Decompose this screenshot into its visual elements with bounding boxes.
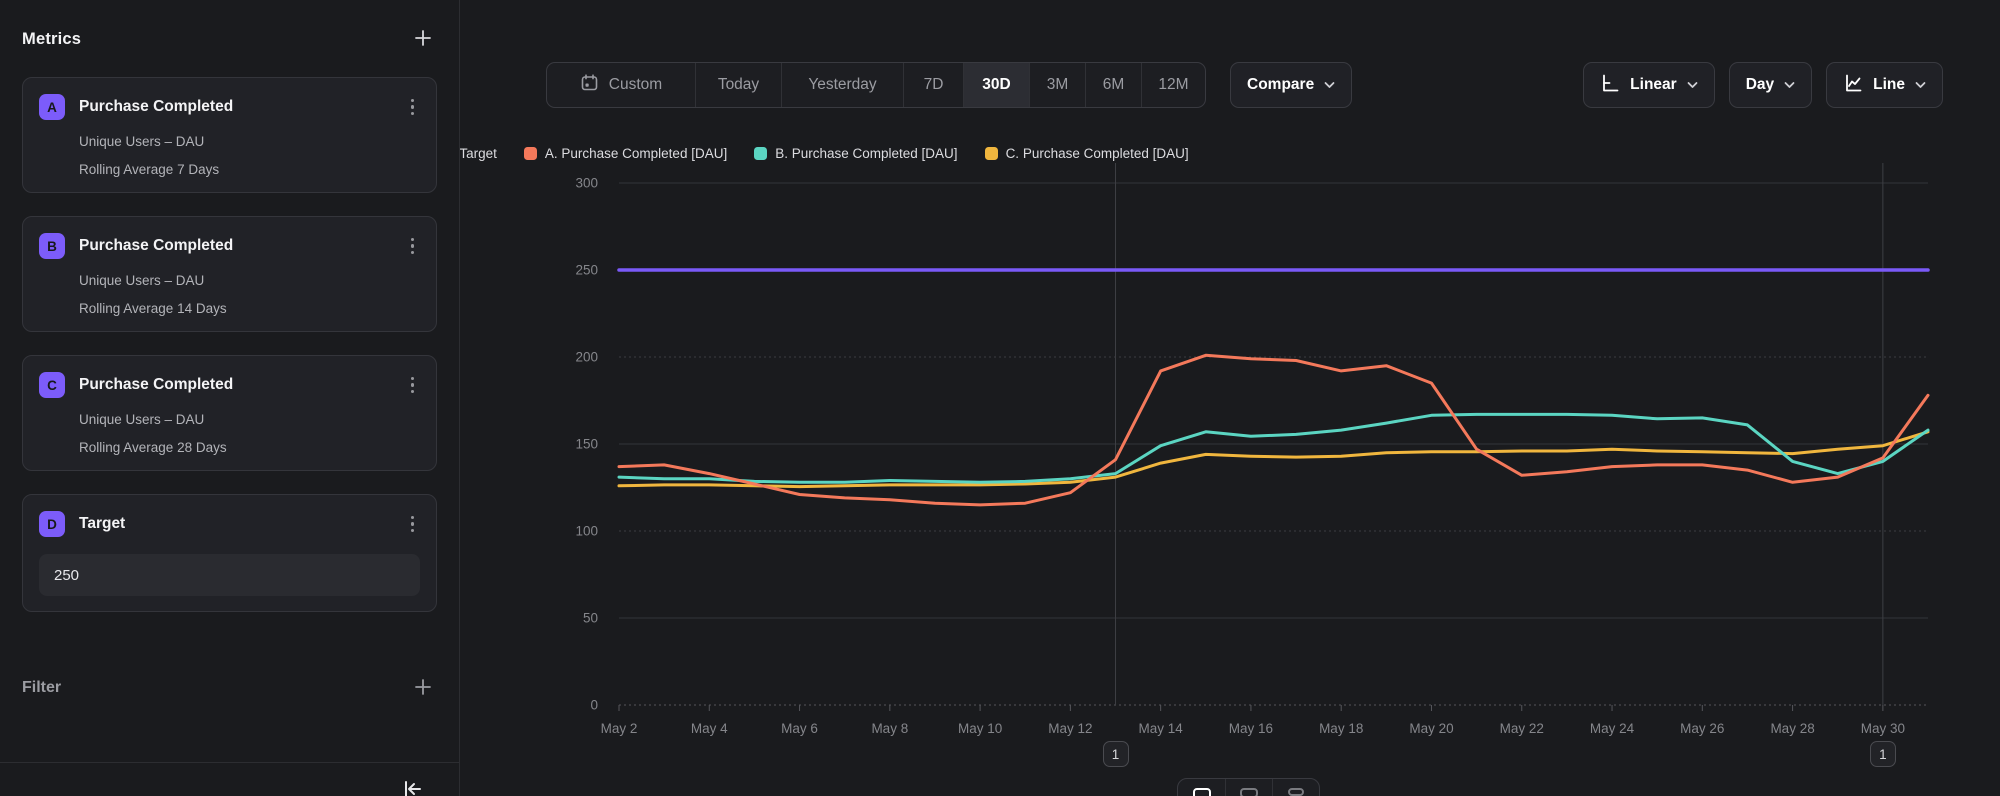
metric-transformation: Rolling Average 28 Days (79, 440, 420, 455)
size-medium-icon (1240, 788, 1258, 796)
size-large-icon (1193, 788, 1211, 796)
linear-scale-icon (1600, 73, 1620, 98)
legend-label: C. Purchase Completed [DAU] (1006, 146, 1189, 161)
legend-label: A. Purchase Completed [DAU] (545, 146, 727, 161)
plus-icon (413, 677, 433, 700)
range-label: 12M (1158, 76, 1188, 94)
chart-type-label: Line (1873, 76, 1905, 94)
range-label: Custom (609, 76, 662, 94)
range-label: 7D (924, 76, 944, 94)
range-label: 6M (1103, 76, 1125, 94)
size-small-icon (1288, 788, 1304, 796)
metric-card-a[interactable]: A Purchase Completed Unique Users – DAU … (22, 77, 437, 193)
plus-icon (413, 28, 433, 51)
metric-measure: Unique Users – DAU (79, 134, 420, 149)
legend-swatch (524, 147, 537, 160)
metric-transformation: Rolling Average 7 Days (79, 162, 420, 177)
scale-select-button[interactable]: Linear (1583, 62, 1715, 108)
calendar-icon (580, 73, 599, 97)
legend-item-a[interactable]: A. Purchase Completed [DAU] (524, 146, 727, 161)
add-filter-button[interactable] (409, 673, 437, 704)
filter-section-title: Filter (22, 679, 61, 697)
compare-button[interactable]: Compare (1230, 62, 1352, 108)
range-custom[interactable]: Custom (547, 63, 695, 107)
metric-letter-badge: C (39, 372, 65, 398)
range-30d[interactable]: 30D (963, 63, 1029, 107)
range-label: 3M (1047, 76, 1069, 94)
chart-size-large-button[interactable] (1178, 779, 1225, 796)
line-chart-icon (1843, 73, 1863, 98)
interval-label: Day (1746, 76, 1774, 94)
chevron-down-icon (1784, 76, 1795, 94)
metrics-sidebar: Metrics A Purchase Completed Unique User… (0, 0, 460, 796)
metric-title: Purchase Completed (79, 376, 405, 394)
more-options-icon[interactable] (405, 512, 421, 537)
collapse-sidebar-button[interactable] (397, 774, 427, 796)
target-card[interactable]: D Target 250 (22, 494, 437, 612)
range-3m[interactable]: 3M (1029, 63, 1085, 107)
chart-panel: Custom Today Yesterday 7D 30D 3M 6M 12M … (460, 0, 2000, 796)
more-options-icon[interactable] (405, 95, 421, 120)
metric-measure: Unique Users – DAU (79, 273, 420, 288)
chart-type-select-button[interactable]: Line (1826, 62, 1943, 108)
range-label: Today (718, 76, 759, 94)
metric-measure: Unique Users – DAU (79, 412, 420, 427)
range-7d[interactable]: 7D (903, 63, 963, 107)
range-12m[interactable]: 12M (1141, 63, 1205, 107)
date-range-selector: Custom Today Yesterday 7D 30D 3M 6M 12M (546, 62, 1206, 108)
metrics-section-title: Metrics (22, 30, 81, 49)
annotation-badge[interactable]: 1 (1103, 741, 1129, 767)
legend-item-b[interactable]: B. Purchase Completed [DAU] (754, 146, 957, 161)
target-title: Target (79, 515, 405, 533)
more-options-icon[interactable] (405, 373, 421, 398)
range-today[interactable]: Today (695, 63, 781, 107)
interval-select-button[interactable]: Day (1729, 62, 1812, 108)
legend-swatch (754, 147, 767, 160)
scale-label: Linear (1630, 76, 1677, 94)
range-label: Yesterday (808, 76, 876, 94)
metric-letter-badge: B (39, 233, 65, 259)
range-label: 30D (982, 76, 1010, 94)
legend-swatch (985, 147, 998, 160)
sidebar-divider (0, 762, 460, 763)
collapse-left-icon (399, 790, 425, 796)
legend-label: B. Purchase Completed [DAU] (775, 146, 957, 161)
metric-transformation: Rolling Average 14 Days (79, 301, 420, 316)
chevron-down-icon (1915, 76, 1926, 94)
legend-item-c[interactable]: C. Purchase Completed [DAU] (985, 146, 1189, 161)
chart-size-selector (1177, 778, 1320, 796)
chevron-down-icon (1687, 76, 1698, 94)
metric-letter-badge: A (39, 94, 65, 120)
chevron-down-icon (1324, 76, 1335, 94)
range-yesterday[interactable]: Yesterday (781, 63, 903, 107)
metric-card-c[interactable]: C Purchase Completed Unique Users – DAU … (22, 355, 437, 471)
metric-letter-badge: D (39, 511, 65, 537)
metric-title: Purchase Completed (79, 237, 405, 255)
range-6m[interactable]: 6M (1085, 63, 1141, 107)
legend-label: Target (459, 146, 497, 161)
add-metric-button[interactable] (409, 24, 437, 55)
metric-title: Purchase Completed (79, 98, 405, 116)
target-value-input[interactable]: 250 (39, 554, 420, 596)
annotation-badge[interactable]: 1 (1870, 741, 1896, 767)
chart-size-medium-button[interactable] (1225, 779, 1272, 796)
more-options-icon[interactable] (405, 234, 421, 259)
chart-size-small-button[interactable] (1272, 779, 1319, 796)
metric-card-b[interactable]: B Purchase Completed Unique Users – DAU … (22, 216, 437, 332)
compare-label: Compare (1247, 76, 1314, 94)
